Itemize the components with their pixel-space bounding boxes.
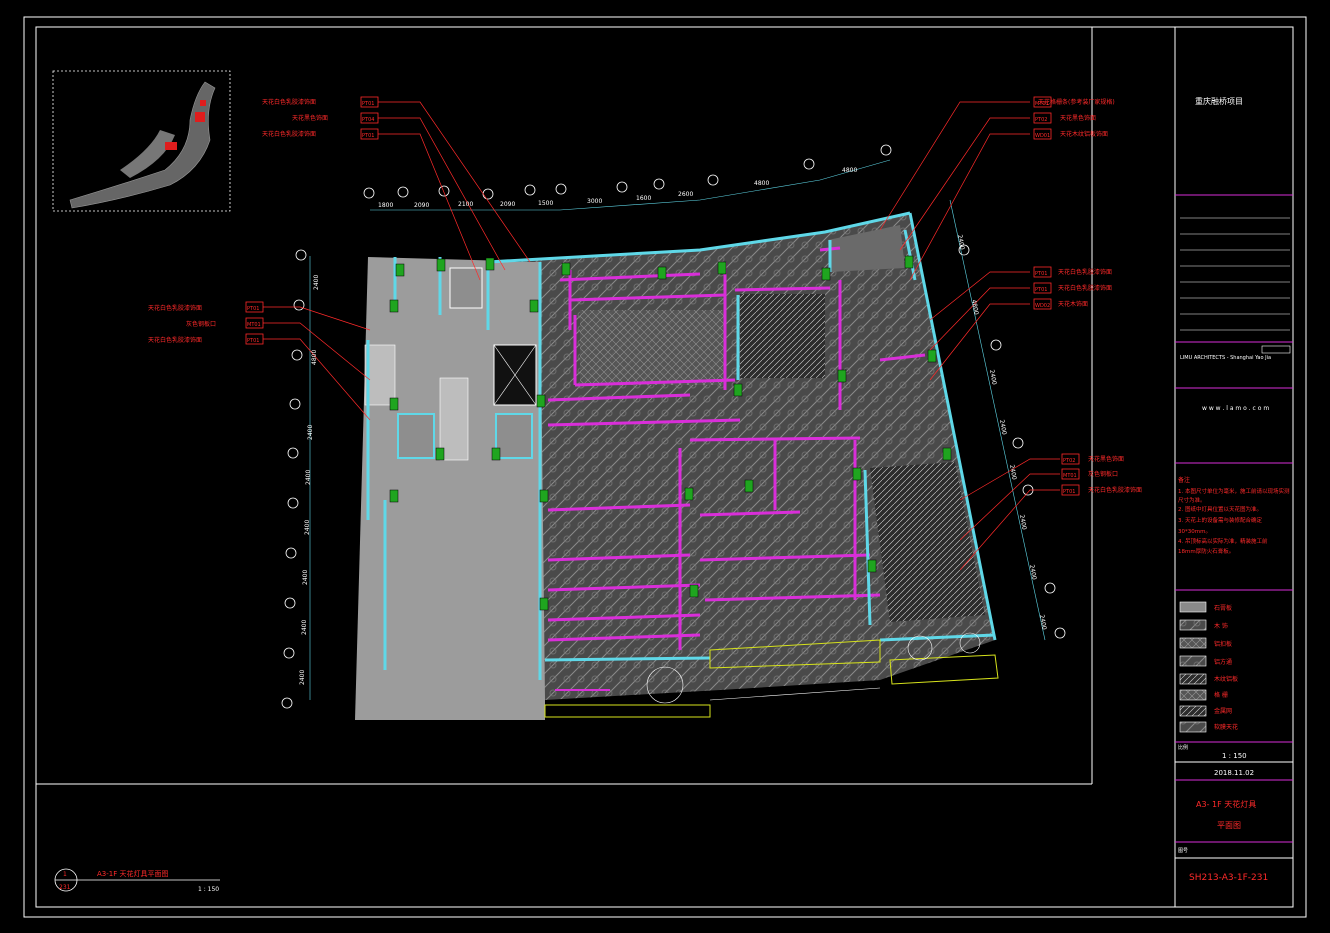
caption-scale: 1 : 150: [198, 886, 219, 893]
number-label: 图号: [1178, 848, 1188, 854]
dim-text: 3000: [587, 198, 602, 205]
annotation-tag: PT01: [1035, 271, 1047, 277]
dim-text: 2090: [414, 202, 429, 209]
legend-label: 石膏板: [1214, 604, 1232, 612]
sheet-title-line1: A3- 1F 天花灯具: [1196, 799, 1256, 809]
dim-text: 1800: [378, 202, 393, 209]
note-line: 1. 本图尺寸单位为毫米，施工前请以现场实测: [1178, 487, 1290, 495]
notes-heading: 备注: [1178, 476, 1190, 484]
project-title: 重庆融桥项目: [1195, 96, 1243, 106]
annotation-text: 天花白色乳胶漆饰面: [262, 130, 316, 138]
scale-value: 1 : 150: [1222, 752, 1247, 760]
dim-text: 2600: [678, 191, 693, 198]
caption-title: A3-1F 天花灯具平面图: [97, 869, 168, 878]
dim-text: 2400: [998, 419, 1008, 435]
dim-text: 1600: [636, 195, 651, 202]
dim-text: 2400: [313, 275, 320, 290]
annotations-top-left: 天花白色乳胶漆饰面 PT01 天花黑色饰面 PT04 天花白色乳胶漆饰面 PT0…: [262, 98, 374, 139]
annotation-text: 天花木饰面: [1058, 300, 1088, 308]
drawing-sheet: 重庆融桥项目 LIMU ARCHITECTS - Shanghai Yao Ji…: [23, 16, 1307, 918]
annotation-tag: PT01: [247, 306, 259, 312]
annotation-text: 天花木纹铝板饰面: [1060, 130, 1108, 138]
legend-label: 铝扣板: [1214, 640, 1232, 648]
annotation-text: 天花黑色饰面: [1060, 114, 1096, 122]
dim-text: 2400: [305, 470, 312, 485]
scale-label: 比例: [1178, 744, 1188, 751]
sheet-title-line2: 平面图: [1217, 821, 1241, 830]
note-line: 2. 图纸中灯具位置以天花图为准。: [1178, 505, 1262, 513]
dim-text: 4800: [311, 350, 318, 365]
note-line: 30*30mm。: [1178, 529, 1211, 535]
caption-sheet: 231: [59, 884, 71, 891]
dim-text: 2400: [299, 670, 306, 685]
annotation-text: 天花黑色饰面: [292, 114, 328, 122]
left-dimensions: 2400 4800 2400 2400 2400 2400 2400 2400: [299, 275, 320, 685]
dim-text: 2400: [307, 425, 314, 440]
annotation-tag: PT01: [1035, 287, 1047, 293]
dim-text: 2400: [1028, 564, 1038, 580]
annotations-low-right: PT02 天花黑色饰面 MT01 灰色钢板口 PT01 天花白色乳胶漆饰面: [1063, 455, 1142, 495]
annotation-text: 天花白色乳胶漆饰面: [262, 98, 316, 106]
annotation-text: 天花白色乳胶漆饰面: [148, 304, 202, 312]
annotation-text: 天花黑色饰面: [1088, 455, 1124, 463]
legend-label: 软膜天花: [1214, 723, 1238, 731]
dim-text: 2400: [302, 570, 309, 585]
legend-label: 木 饰: [1214, 622, 1228, 630]
annotation-tag: WD02: [1035, 303, 1050, 309]
annotation-text: 天花格栅条(参考装厂家规格): [1038, 98, 1115, 106]
legend-label: 格 栅: [1214, 691, 1228, 699]
annotation-tag: WD01: [1035, 133, 1050, 139]
floor-plan: [355, 211, 999, 720]
annotations-mid-right: PT01 天花白色乳胶漆饰面 PT01 天花白色乳胶漆饰面 WD02 天花木饰面: [1035, 268, 1112, 309]
annotation-tag: PT01: [247, 338, 259, 344]
note-line: 尺寸为准。: [1178, 496, 1206, 504]
drawing-number: SH213-A3-1F-231: [1189, 873, 1268, 883]
annotation-tag: PT02: [1035, 117, 1047, 123]
note-line: 3. 天花上的设备需与装修配合确定: [1178, 516, 1262, 524]
annotation-tag: PT01: [362, 133, 374, 139]
annotation-tag: PT04: [362, 117, 374, 123]
dim-text: 2100: [458, 201, 473, 208]
legend-label: 铝方通: [1214, 658, 1232, 666]
annotation-tag: PT01: [1063, 489, 1075, 495]
annotation-text: 天花白色乳胶漆饰面: [148, 336, 202, 344]
annotation-tag: PT02: [1063, 458, 1075, 464]
annotation-text: 灰色钢板口: [1088, 470, 1118, 478]
note-line: 18mm厚防火石膏板。: [1178, 547, 1234, 555]
annotation-text: 天花白色乳胶漆饰面: [1058, 284, 1112, 292]
annotation-tag: MT01: [247, 322, 261, 328]
firm-name: LIMU ARCHITECTS - Shanghai Yao Jia: [1180, 355, 1271, 361]
date-value: 2018.11.02: [1214, 769, 1254, 777]
dim-text: 2400: [301, 620, 308, 635]
caption-num: 1: [63, 871, 67, 878]
annotation-tag: MT01: [1063, 473, 1077, 479]
dim-text: 4800: [842, 167, 857, 174]
dim-text: 2400: [1008, 464, 1018, 480]
dim-text: 2400: [1018, 514, 1028, 530]
annotations-top-right: MT01 天花格栅条(参考装厂家规格) PT02 天花黑色饰面 WD01 天花木…: [1035, 98, 1115, 139]
dim-text: 1500: [538, 200, 553, 207]
key-plan: [52, 70, 231, 212]
dim-text: 4800: [970, 299, 980, 315]
top-dimensions: 1800 2090 2100 2090 1500 3000 1600 2600 …: [378, 167, 857, 209]
dim-text: 2400: [956, 234, 966, 250]
legend-label: 金属网: [1214, 707, 1232, 715]
dim-text: 2400: [304, 520, 311, 535]
dim-text: 2400: [1038, 614, 1048, 630]
legend-swatches: [1179, 601, 1207, 733]
annotation-text: 天花白色乳胶漆饰面: [1088, 486, 1142, 494]
annotation-text: 天花白色乳胶漆饰面: [1058, 268, 1112, 276]
dim-text: 4800: [754, 180, 769, 187]
annotation-text: 灰色钢板口: [186, 320, 216, 328]
annotations-left: 天花白色乳胶漆饰面 PT01 灰色钢板口 MT01 天花白色乳胶漆饰面 PT01: [148, 304, 261, 344]
note-line: 4. 吊顶标高以实际为准，精装施工前: [1178, 537, 1268, 545]
dim-text: 2090: [500, 201, 515, 208]
legend-label: 木纹铝板: [1214, 675, 1238, 683]
annotation-tag: PT01: [362, 101, 374, 107]
firm-website: w w w . l a m o . c o m: [1202, 405, 1269, 412]
